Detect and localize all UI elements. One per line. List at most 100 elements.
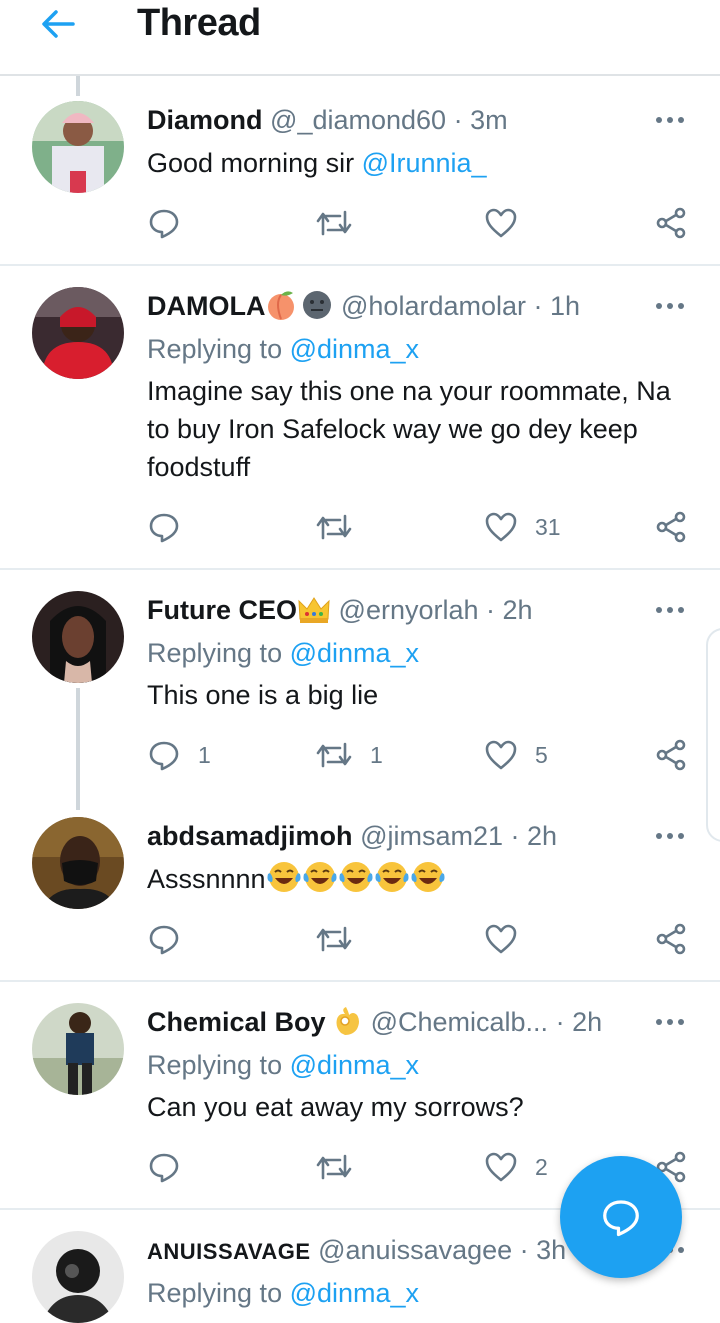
reply-button[interactable] <box>148 203 180 243</box>
like-button[interactable]: 5 <box>485 735 548 775</box>
avatar[interactable] <box>32 1231 124 1323</box>
mention-link[interactable]: @dinma_x <box>290 638 419 668</box>
tweet-actions <box>0 919 720 959</box>
like-button[interactable]: 2 <box>485 1147 548 1187</box>
retweet-button[interactable] <box>316 203 352 243</box>
heart-icon <box>485 1152 517 1182</box>
edge-panel-handle[interactable] <box>706 628 720 842</box>
tweet-text: Can you eat away my sorrows? <box>147 1092 524 1122</box>
retweet-button[interactable] <box>316 1147 352 1187</box>
reply-bubble-icon <box>149 513 179 543</box>
share-icon <box>656 207 686 239</box>
more-dots-icon <box>656 303 684 309</box>
reply-button[interactable] <box>148 919 180 959</box>
share-button[interactable] <box>655 735 687 775</box>
replying-to: Replying to @dinma_x <box>147 1050 420 1080</box>
more-button[interactable] <box>648 596 692 624</box>
reply-bubble-icon <box>149 925 179 955</box>
more-button[interactable] <box>648 822 692 850</box>
handle: @Chemicalb... <box>370 1007 549 1037</box>
more-dots-icon <box>656 833 684 839</box>
avatar[interactable] <box>32 817 124 909</box>
retweet-icon <box>316 514 352 540</box>
more-button[interactable] <box>648 1008 692 1036</box>
tears-of-joy-emoji <box>339 862 373 892</box>
tweet-header: Chemical Boy @Chemicalb... · 2h <box>147 1002 602 1042</box>
avatar[interactable] <box>32 591 124 683</box>
tweet-actions <box>0 203 720 243</box>
compose-reply-button[interactable] <box>560 1156 682 1278</box>
mention-link[interactable]: @dinma_x <box>290 334 419 364</box>
timestamp: · 3m <box>453 105 508 135</box>
reply-count: 1 <box>198 741 211 768</box>
reply-bubble-icon <box>149 1153 179 1183</box>
display-name[interactable]: ANUISSAVAGE <box>147 1239 311 1264</box>
display-name[interactable]: abdsamadjimoh <box>147 821 353 851</box>
thread-connector <box>76 76 80 96</box>
reply-bubble-icon <box>149 741 179 771</box>
tweet-text: This one is a big lie <box>147 680 379 710</box>
divider <box>0 980 720 982</box>
handle: @holardamolar <box>341 291 526 321</box>
avatar[interactable] <box>32 101 124 193</box>
arrow-left-icon <box>42 10 75 38</box>
mention-link[interactable]: @dinma_x <box>290 1050 419 1080</box>
tweet-actions: 31 <box>0 507 720 547</box>
replying-to: Replying to @dinma_x <box>147 1278 420 1308</box>
tweet-text: Imagine say this one na your roommate, N… <box>147 376 671 482</box>
tears-of-joy-emoji <box>411 862 445 892</box>
like-count: 31 <box>535 513 561 540</box>
share-button[interactable] <box>655 507 687 547</box>
mention-link[interactable]: @Irunnia_ <box>362 148 487 178</box>
retweet-icon <box>316 210 352 236</box>
tears-of-joy-emoji <box>267 862 301 892</box>
mention-link[interactable]: @dinma_x <box>290 1278 419 1308</box>
reply-button[interactable] <box>148 507 180 547</box>
share-icon <box>656 739 686 771</box>
retweet-icon <box>316 926 352 952</box>
retweet-count: 1 <box>370 741 383 768</box>
more-button[interactable] <box>648 106 692 134</box>
peach-emoji <box>268 291 295 320</box>
display-name[interactable]: DAMOLA <box>147 291 265 321</box>
handle: @anuissavagee <box>318 1235 513 1265</box>
like-button[interactable]: 31 <box>485 507 561 547</box>
timestamp: · 2h <box>510 821 558 851</box>
tweet-text: Asssnnnn <box>147 860 697 898</box>
display-name[interactable]: Diamond <box>147 105 263 135</box>
heart-icon <box>485 208 517 238</box>
more-button[interactable] <box>648 292 692 320</box>
more-dots-icon <box>656 117 684 123</box>
divider <box>0 264 720 266</box>
share-icon <box>656 923 686 955</box>
display-name[interactable]: Chemical Boy <box>147 1007 326 1037</box>
like-button[interactable] <box>485 919 517 959</box>
heart-icon <box>485 924 517 954</box>
share-icon <box>656 511 686 543</box>
retweet-button[interactable] <box>316 507 352 547</box>
more-dots-icon <box>656 1019 684 1025</box>
like-count: 2 <box>535 1153 548 1180</box>
like-count: 5 <box>535 741 548 768</box>
timestamp: · 2h <box>486 595 533 625</box>
retweet-icon <box>316 742 352 768</box>
heart-icon <box>485 512 517 542</box>
compose-reply-icon <box>603 1200 639 1237</box>
ok-hand-emoji <box>336 1007 360 1035</box>
back-button[interactable] <box>36 2 80 46</box>
share-button[interactable] <box>655 203 687 243</box>
avatar[interactable] <box>32 1003 124 1095</box>
timestamp: · 3h <box>519 1235 567 1265</box>
reply-bubble-icon <box>149 209 179 239</box>
reply-button[interactable] <box>148 1147 180 1187</box>
reply-button[interactable]: 1 <box>148 735 211 775</box>
retweet-button[interactable] <box>316 919 352 959</box>
tweet-header: Diamond @_diamond60 · 3m <box>147 100 508 140</box>
replying-to: Replying to @dinma_x <box>147 638 420 668</box>
display-name[interactable]: Future CEO <box>147 595 297 625</box>
like-button[interactable] <box>485 203 517 243</box>
heart-icon <box>485 740 517 770</box>
share-button[interactable] <box>655 919 687 959</box>
avatar[interactable] <box>32 287 124 379</box>
retweet-button[interactable]: 1 <box>316 735 383 775</box>
